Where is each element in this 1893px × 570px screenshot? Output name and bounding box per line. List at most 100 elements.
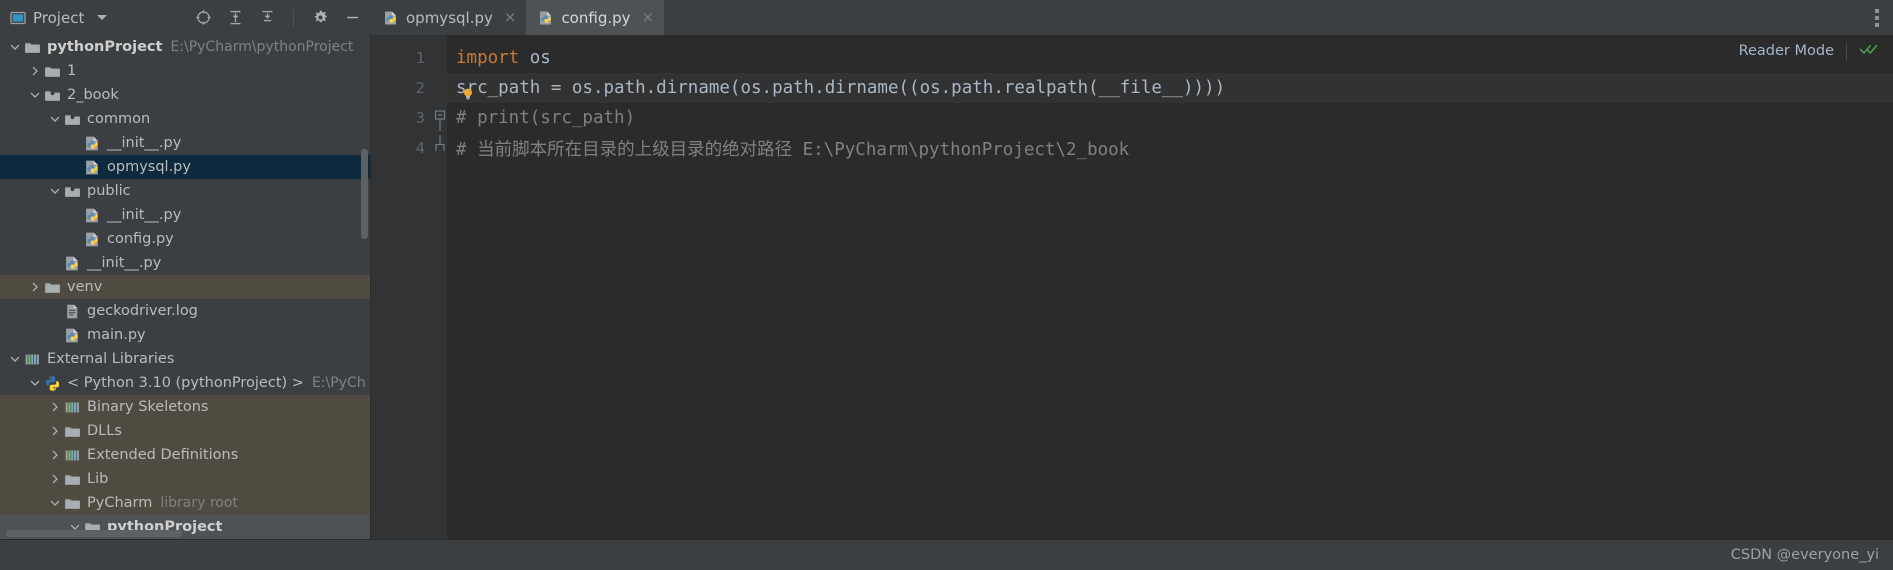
editor-tab-opmysql[interactable]: opmysql.py × — [371, 0, 527, 35]
double-check-icon[interactable] — [1859, 41, 1879, 61]
kebab-menu-icon[interactable] — [1869, 5, 1885, 31]
tree-row[interactable]: main.py — [0, 323, 370, 347]
tree-row-label: Extended Definitions — [87, 447, 239, 463]
project-window-icon — [10, 10, 26, 26]
code-folding-gutter[interactable] — [433, 35, 447, 539]
code-token-kw: import — [456, 48, 520, 68]
tree-row[interactable]: geckodriver.log — [0, 299, 370, 323]
chevron-down-icon[interactable] — [8, 353, 21, 366]
line-number: 2 — [415, 79, 425, 97]
library-bars-icon — [64, 447, 87, 464]
tree-row[interactable]: public — [0, 179, 370, 203]
tree-row[interactable]: 1 — [0, 59, 370, 83]
tree-row-label: DLLs — [87, 423, 122, 439]
code-fold-marker-icon[interactable] — [433, 133, 447, 163]
tree-row-label: __init__.py — [107, 207, 182, 223]
tree-row[interactable]: PyCharm library root — [0, 491, 370, 515]
tree-row-label: 1 — [67, 63, 77, 79]
code-line[interactable]: # 当前脚本所在目录的上级目录的绝对路径 E:\PyCharm\pythonPr… — [447, 133, 1893, 163]
chevron-down-icon[interactable] — [48, 497, 61, 510]
library-bars-icon — [64, 399, 87, 416]
tree-row-label: __init__.py — [107, 135, 182, 151]
chevron-down-icon[interactable] — [48, 113, 61, 126]
chevron-right-icon[interactable] — [28, 65, 41, 78]
chevron-down-icon[interactable] — [97, 15, 108, 20]
tree-row[interactable]: pythonProject E:\PyCharm\pythonProject — [0, 35, 370, 59]
tree-row-sublabel: E:\PyCharm\pythonProject — [170, 39, 354, 55]
project-toolbar-actions — [194, 8, 371, 27]
chevron-right-icon[interactable] — [48, 449, 61, 462]
watermark-label: CSDN @everyone_yi — [1730, 547, 1879, 563]
tree-row-label: pythonProject — [47, 39, 163, 55]
tree-row-label: main.py — [87, 327, 146, 343]
hide-tool-window-icon[interactable] — [343, 9, 361, 27]
tree-row[interactable]: venv — [0, 275, 370, 299]
editor-tabs: opmysql.py × config.py × — [371, 0, 1893, 35]
tree-row[interactable]: External Libraries — [0, 347, 370, 371]
main-content: pythonProject E:\PyCharm\pythonProject 1 2_… — [0, 35, 1893, 539]
chevron-right-icon[interactable] — [48, 401, 61, 414]
editor-tab-config[interactable]: config.py × — [526, 0, 665, 35]
chevron-right-icon[interactable] — [48, 473, 61, 486]
folder-icon — [64, 471, 87, 488]
tree-row-label: geckodriver.log — [87, 303, 198, 319]
code-token-cmt: # print(src_path) — [456, 108, 636, 128]
tree-row-sublabel: E:\PyCh — [311, 375, 366, 391]
tree-row[interactable]: __init__.py — [0, 203, 370, 227]
collapse-all-icon[interactable] — [258, 9, 276, 27]
select-opened-file-icon[interactable] — [194, 9, 212, 27]
project-tree-panel[interactable]: pythonProject E:\PyCharm\pythonProject 1 2_… — [0, 35, 371, 539]
code-editor[interactable]: 1 2 3 4 import os src_path = os.path.dirname… — [371, 35, 1893, 539]
python-file-icon — [84, 135, 107, 152]
tree-row-label: opmysql.py — [107, 159, 191, 175]
line-number-gutter: 1 2 3 4 — [371, 35, 433, 539]
tree-row[interactable]: Binary Skeletons — [0, 395, 370, 419]
tree-row[interactable]: __init__.py — [0, 251, 370, 275]
project-tool-window-title[interactable]: Project — [10, 9, 108, 27]
tree-row[interactable]: config.py — [0, 227, 370, 251]
folder-source-icon — [44, 87, 67, 104]
fold-gutter-cell — [433, 43, 447, 73]
settings-gear-icon[interactable] — [311, 9, 329, 27]
chevron-down-icon[interactable] — [28, 89, 41, 102]
chevron-down-icon[interactable] — [8, 41, 21, 54]
status-bar: CSDN @everyone_yi — [0, 539, 1893, 570]
chevron-right-icon[interactable] — [28, 281, 41, 294]
code-fold-marker-icon[interactable] — [433, 103, 447, 133]
toolbar-separator — [293, 8, 294, 27]
tree-row[interactable]: 2_book — [0, 83, 370, 107]
tree-row[interactable]: Lib — [0, 467, 370, 491]
close-icon[interactable]: × — [642, 10, 655, 25]
tree-row[interactable]: < Python 3.10 (pythonProject) > E:\PyCh — [0, 371, 370, 395]
folder-source-icon — [64, 111, 87, 128]
tree-row-label: common — [87, 111, 151, 127]
log-file-icon — [64, 303, 87, 320]
chevron-right-icon[interactable] — [48, 425, 61, 438]
close-icon[interactable]: × — [504, 10, 517, 25]
code-line[interactable]: import os — [447, 43, 1893, 73]
editor-tab-label: config.py — [561, 8, 631, 27]
chevron-down-icon[interactable] — [28, 377, 41, 390]
code-line[interactable]: src_path = os.path.dirname(os.path.dirna… — [447, 73, 1893, 103]
top-bar: Project opmysql.py × config.py × — [0, 0, 1893, 35]
chevron-down-icon[interactable] — [48, 185, 61, 198]
tree-row-label: config.py — [107, 231, 174, 247]
tree-row[interactable]: common — [0, 107, 370, 131]
tree-row[interactable]: Extended Definitions — [0, 443, 370, 467]
line-number: 4 — [415, 139, 425, 157]
sidebar-vertical-scrollbar[interactable] — [361, 149, 368, 239]
tree-row[interactable]: __init__.py — [0, 131, 370, 155]
expand-all-icon[interactable] — [226, 9, 244, 27]
lightbulb-icon[interactable] — [461, 86, 474, 100]
tree-row-label: 2_book — [67, 87, 119, 103]
reader-mode-label[interactable]: Reader Mode — [1739, 43, 1834, 59]
library-bars-icon — [24, 351, 47, 368]
python-logo-icon — [44, 375, 67, 392]
code-content[interactable]: import os src_path = os.path.dirname(os.p… — [447, 35, 1893, 539]
sidebar-horizontal-scrollbar[interactable] — [6, 530, 182, 537]
tree-row[interactable]: DLLs — [0, 419, 370, 443]
code-line[interactable]: # print(src_path) — [447, 103, 1893, 133]
folder-icon — [64, 423, 87, 440]
tree-row[interactable]: opmysql.py — [0, 155, 370, 179]
code-token-cmt: # 当前脚本所在目录的上级目录的绝对路径 E:\PyCharm\pythonPr… — [456, 139, 1130, 160]
